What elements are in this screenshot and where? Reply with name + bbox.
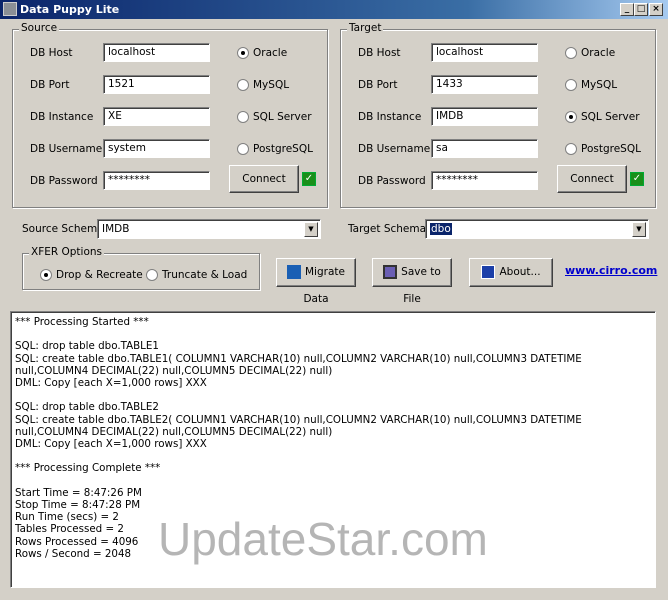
field-label: DB Instance: [358, 111, 422, 123]
field-label: DB Password: [30, 175, 98, 187]
field-input[interactable]: 1521: [103, 75, 210, 94]
chevron-down-icon[interactable]: ▼: [632, 222, 646, 237]
migrate-data-button[interactable]: Migrate Data: [276, 258, 356, 305]
field-label: DB Username: [30, 143, 103, 155]
title-bar: Data Puppy Lite: [0, 0, 668, 19]
cirro-link[interactable]: www.cirro.com: [565, 264, 657, 277]
field-input[interactable]: system: [103, 139, 210, 158]
field-input[interactable]: localhost: [103, 43, 210, 62]
field-label: DB Host: [358, 47, 401, 59]
field-label: DB Host: [30, 47, 73, 59]
arrow-right-icon: [287, 265, 301, 279]
close-button[interactable]: ×: [649, 3, 663, 16]
floppy-disk-icon: [383, 265, 398, 279]
db-type-radio[interactable]: PostgreSQL: [237, 142, 313, 156]
db-type-radio[interactable]: Oracle: [565, 46, 615, 60]
save-label: Save to File: [401, 266, 441, 305]
minimize-button[interactable]: _: [620, 3, 634, 16]
field-label: DB Password: [358, 175, 426, 187]
connect-button[interactable]: Connect: [557, 165, 627, 193]
field-label: DB Username: [358, 143, 431, 155]
db-type-radio[interactable]: PostgreSQL: [565, 142, 641, 156]
db-type-radio[interactable]: MySQL: [237, 78, 289, 92]
source-title: Source: [19, 22, 60, 34]
field-label: DB Port: [358, 79, 398, 91]
target-title: Target: [347, 22, 384, 34]
radio-drop-recreate[interactable]: Drop & Recreate: [40, 268, 143, 282]
field-input[interactable]: localhost: [431, 43, 538, 62]
info-icon: [481, 265, 496, 279]
field-input[interactable]: ********: [103, 171, 210, 190]
target-schema-select[interactable]: dbo ▼: [425, 219, 649, 239]
xfer-title: XFER Options: [29, 246, 105, 258]
chevron-down-icon[interactable]: ▼: [304, 222, 318, 237]
field-label: DB Port: [30, 79, 70, 91]
source-schema-select[interactable]: IMDB ▼: [97, 219, 321, 239]
connected-check-icon: ✓: [302, 172, 316, 186]
source-schema-value: IMDB: [102, 223, 130, 235]
connected-check-icon: ✓: [630, 172, 644, 186]
about-label: About...: [499, 266, 541, 278]
field-input[interactable]: IMDB: [431, 107, 538, 126]
db-type-radio[interactable]: Oracle: [237, 46, 287, 60]
maximize-button[interactable]: □: [634, 3, 648, 16]
watermark: UpdateStar.com: [158, 513, 488, 565]
db-type-radio[interactable]: SQL Server: [565, 110, 640, 124]
save-to-file-button[interactable]: Save to File: [372, 258, 452, 305]
radio-truncate-load[interactable]: Truncate & Load: [146, 268, 247, 282]
source-schema-label: Source Schema: [22, 223, 104, 235]
window-title: Data Puppy Lite: [20, 3, 120, 16]
connect-button[interactable]: Connect: [229, 165, 299, 193]
db-type-radio[interactable]: SQL Server: [237, 110, 312, 124]
db-type-radio[interactable]: MySQL: [565, 78, 617, 92]
app-icon: [3, 2, 17, 16]
about-button[interactable]: About...: [469, 258, 553, 287]
field-input[interactable]: sa: [431, 139, 538, 158]
field-label: DB Instance: [30, 111, 94, 123]
field-input[interactable]: 1433: [431, 75, 538, 94]
field-input[interactable]: ********: [431, 171, 538, 190]
field-input[interactable]: XE: [103, 107, 210, 126]
target-schema-value: dbo: [430, 223, 452, 235]
target-schema-label: Target Schema: [348, 223, 427, 235]
migrate-label: Migrate Data: [303, 266, 345, 305]
